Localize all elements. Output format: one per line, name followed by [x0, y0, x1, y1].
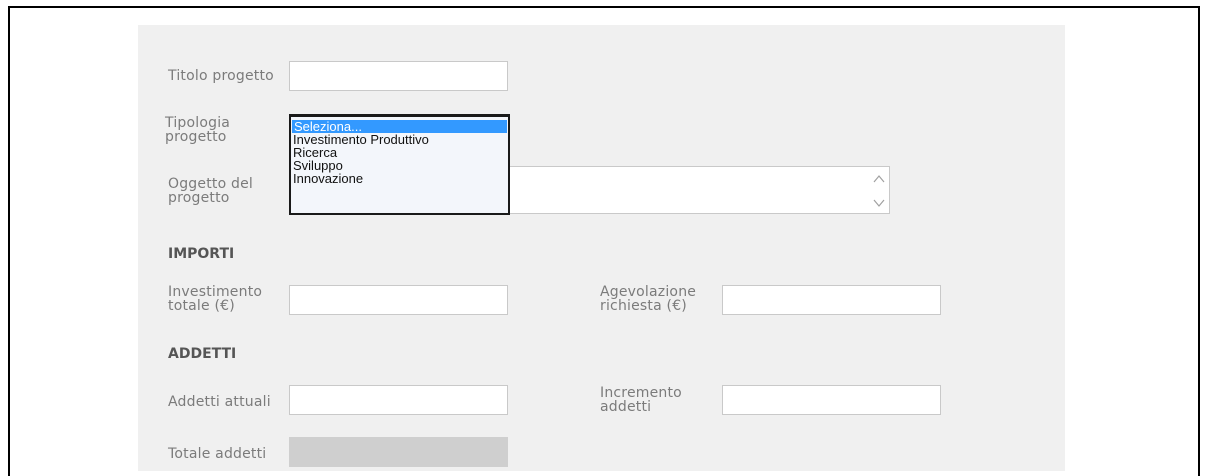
oggetto-progetto-label: Oggetto del progetto — [168, 176, 253, 206]
investimento-totale-input[interactable] — [289, 285, 508, 315]
addetti-heading: ADDETTI — [168, 346, 237, 362]
tipologia-progetto-dropdown[interactable]: Seleziona... Investimento Produttivo Ric… — [289, 114, 510, 215]
tipologia-progetto-label: Tipologia progetto — [165, 115, 231, 145]
dropdown-option-innovazione[interactable]: Innovazione — [291, 172, 508, 185]
chevron-down-icon[interactable] — [873, 199, 885, 207]
addetti-attuali-label: Addetti attuali — [168, 394, 271, 410]
importi-heading: IMPORTI — [168, 246, 235, 262]
incremento-addetti-label: Incremento addetti — [600, 385, 682, 415]
agevolazione-richiesta-label: Agevolazione richiesta (€) — [600, 284, 697, 314]
totale-addetti-label: Totale addetti — [168, 446, 267, 462]
investimento-totale-label: Investimento totale (€) — [168, 284, 263, 314]
incremento-addetti-input[interactable] — [722, 385, 941, 415]
titolo-progetto-input[interactable] — [289, 61, 508, 91]
chevron-up-icon[interactable] — [873, 175, 885, 183]
textarea-scrollbar[interactable] — [873, 171, 885, 209]
addetti-attuali-input[interactable] — [289, 385, 508, 415]
titolo-progetto-label: Titolo progetto — [168, 68, 274, 84]
totale-addetti-input — [289, 437, 508, 467]
agevolazione-richiesta-input[interactable] — [722, 285, 941, 315]
